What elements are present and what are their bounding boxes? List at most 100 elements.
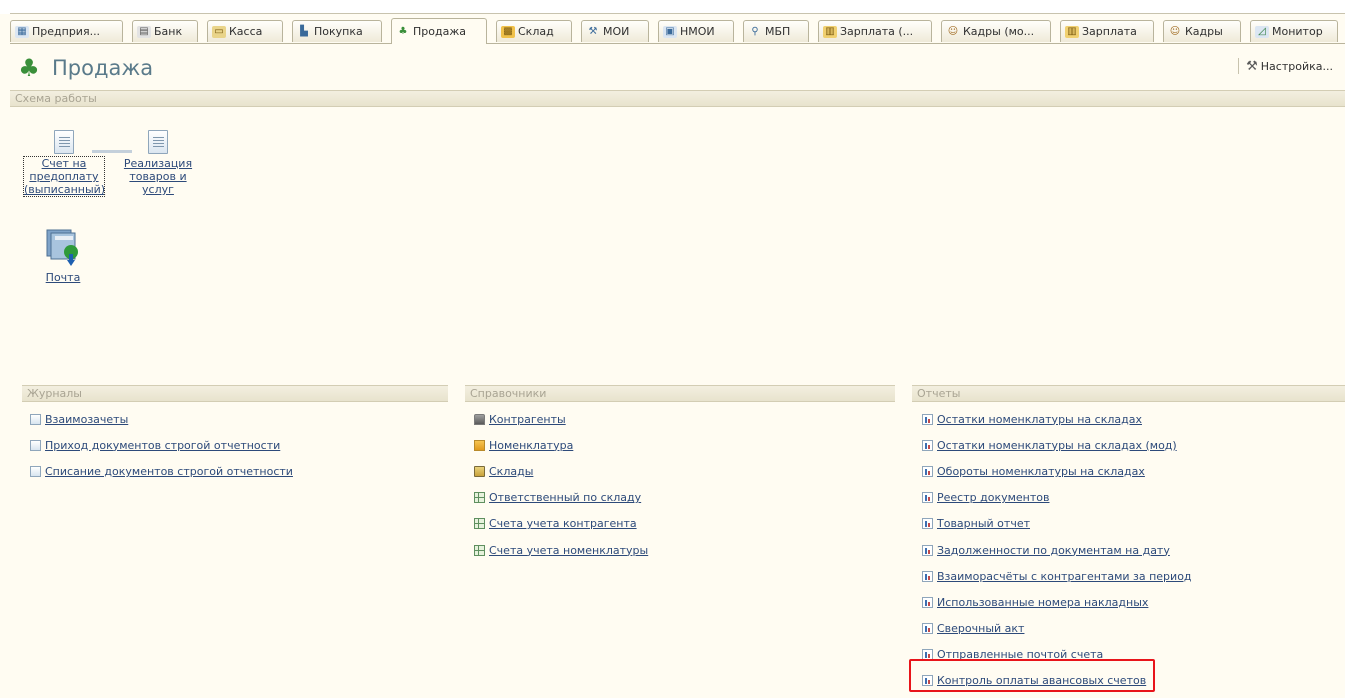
report-item-label: Реестр документов — [937, 491, 1050, 505]
report-item-label: Остатки номенклатуры на складах — [937, 412, 1142, 426]
sale-icon: ♣ — [398, 26, 408, 37]
tab-warehouse[interactable]: ▩ Склад — [496, 20, 572, 42]
document-icon — [54, 130, 74, 154]
grid-icon — [474, 544, 485, 556]
tab-personnel[interactable]: ☺ Кадры — [1163, 20, 1241, 42]
tab-salary[interactable]: ▥ Зарплата — [1060, 20, 1154, 42]
catalog-item[interactable]: Ответственный по складу — [474, 485, 648, 511]
section-tabs: ▦ Предприя... ▤ Банк ▭ Касса ▙ Покупка ♣… — [10, 18, 1345, 44]
folder-icon — [474, 465, 485, 477]
tab-bank[interactable]: ▤ Банк — [132, 20, 198, 42]
document-icon — [148, 130, 168, 154]
report-item[interactable]: Реестр документов — [922, 485, 1192, 511]
report-item[interactable]: Товарный отчет — [922, 511, 1192, 537]
enterprise-icon: ▦ — [15, 25, 29, 38]
report-icon — [922, 465, 933, 477]
report-icon — [922, 596, 933, 608]
report-item[interactable]: Использованные номера накладных — [922, 589, 1192, 615]
tab-monitor[interactable]: ◿ Монитор — [1250, 20, 1338, 42]
tab-nmoi[interactable]: ▣ НМОИ — [658, 20, 734, 42]
catalog-item-label: Склады — [489, 464, 534, 478]
settings-button[interactable]: ⚒ Настройка... — [1238, 58, 1333, 74]
scheme-mail[interactable]: Почта — [30, 224, 96, 284]
page-header: ♣ Продажа — [14, 52, 153, 84]
report-item[interactable]: Обороты номенклатуры на складах — [922, 458, 1192, 484]
catalog-item-label: Счета учета контрагента — [489, 517, 637, 531]
journals-header: Журналы — [22, 385, 448, 402]
catalogs-list: Контрагенты Номенклатура Склады Ответств… — [474, 406, 648, 563]
personnel-icon: ☺ — [1169, 26, 1181, 37]
tab-mbp[interactable]: ⚲ МБП — [743, 20, 809, 42]
tab-label: Зарплата (... — [840, 25, 914, 38]
tab-cash[interactable]: ▭ Касса — [207, 20, 283, 42]
scheme-header: Схема работы — [10, 90, 1345, 107]
tab-label: НМОИ — [680, 25, 715, 38]
scheme-mail-label: Почта — [45, 271, 81, 284]
tab-moi[interactable]: ⚒ МОИ — [581, 20, 649, 42]
report-icon — [922, 413, 933, 425]
tab-label: Монитор — [1272, 25, 1323, 38]
catalog-item[interactable]: Номенклатура — [474, 432, 648, 458]
tab-salary-mod[interactable]: ▥ Зарплата (... — [818, 20, 932, 42]
report-item[interactable]: Остатки номенклатуры на складах (мод) — [922, 432, 1192, 458]
tab-label: МБП — [765, 25, 791, 38]
grid-icon — [474, 492, 485, 504]
wrench-icon: ⚒ — [1246, 58, 1258, 74]
report-icon — [922, 570, 933, 582]
catalog-item-label: Контрагенты — [489, 412, 566, 426]
journal-item[interactable]: Приход документов строгой отчетности — [30, 432, 293, 458]
report-item[interactable]: Сверочный акт — [922, 616, 1192, 642]
report-item[interactable]: Задолженности по документам на дату — [922, 537, 1192, 563]
tab-label: Покупка — [314, 25, 363, 38]
cash-icon: ▭ — [212, 25, 226, 38]
salary-icon: ▥ — [1065, 25, 1079, 38]
window-top-bar — [0, 0, 1345, 14]
catalog-item[interactable]: Счета учета номенклатуры — [474, 537, 648, 563]
people-icon — [474, 413, 485, 425]
journal-item-label: Приход документов строгой отчетности — [45, 438, 281, 452]
tab-purchase[interactable]: ▙ Покупка — [292, 20, 382, 42]
report-item[interactable]: Взаиморасчёты с контрагентами за период — [922, 563, 1192, 589]
document-icon — [30, 439, 41, 451]
journal-item[interactable]: Взаимозачеты — [30, 406, 293, 432]
tab-label: Склад — [518, 25, 554, 38]
reports-header: Отчеты — [912, 385, 1345, 402]
journals-list: Взаимозачеты Приход документов строгой о… — [30, 406, 293, 485]
tab-label: Зарплата — [1082, 25, 1137, 38]
catalog-item[interactable]: Счета учета контрагента — [474, 511, 648, 537]
tab-label: Предприя... — [32, 25, 101, 38]
toolbar-separator — [1238, 58, 1240, 74]
report-item-label: Товарный отчет — [937, 517, 1030, 531]
tab-label: Банк — [154, 25, 183, 38]
scheme-sales[interactable]: Реализация товаров и услуг — [118, 130, 198, 196]
catalog-item-label: Счета учета номенклатуры — [489, 543, 649, 557]
highlight-frame — [909, 659, 1155, 692]
grid-icon — [474, 518, 485, 530]
nmoi-icon: ▣ — [663, 25, 677, 38]
report-item-label: Использованные номера накладных — [937, 595, 1149, 609]
report-icon — [922, 439, 933, 451]
tab-label: Продажа — [413, 25, 466, 38]
report-icon — [922, 623, 933, 635]
moi-icon: ⚒ — [588, 26, 598, 37]
purchase-icon: ▙ — [300, 26, 308, 37]
bank-icon: ▤ — [137, 25, 151, 38]
scheme-invoice[interactable]: Счет на предоплату (выписанный) — [22, 130, 106, 197]
catalog-item[interactable]: Контрагенты — [474, 406, 648, 432]
tab-enterprise[interactable]: ▦ Предприя... — [10, 20, 123, 42]
tab-sale[interactable]: ♣ Продажа — [391, 18, 487, 44]
catalog-item[interactable]: Склады — [474, 458, 648, 484]
document-icon — [30, 413, 41, 425]
box-icon — [474, 439, 485, 451]
journal-item-label: Взаимозачеты — [45, 412, 129, 426]
mbp-icon: ⚲ — [751, 26, 759, 37]
catalogs-header: Справочники — [465, 385, 895, 402]
catalog-item-label: Номенклатура — [489, 438, 574, 452]
report-icon — [922, 544, 933, 556]
tab-label: Кадры — [1185, 25, 1223, 38]
tab-personnel-mod[interactable]: ☺ Кадры (мо... — [941, 20, 1051, 42]
report-item[interactable]: Остатки номенклатуры на складах — [922, 406, 1192, 432]
monitor-icon: ◿ — [1255, 25, 1269, 38]
journal-item[interactable]: Списание документов строгой отчетности — [30, 458, 293, 484]
catalog-item-label: Ответственный по складу — [489, 491, 642, 505]
